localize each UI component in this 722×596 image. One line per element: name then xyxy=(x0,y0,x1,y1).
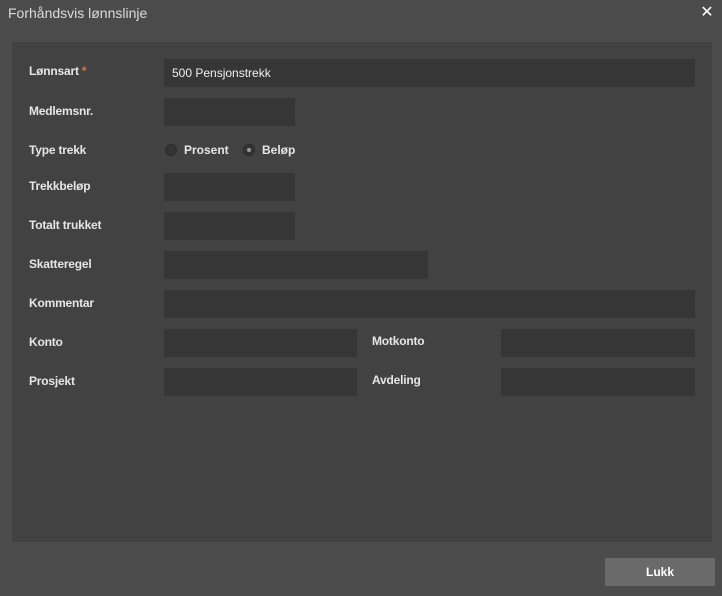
trekkbelop-input[interactable] xyxy=(164,173,295,201)
radio-prosent-label: Prosent xyxy=(184,143,229,157)
radio-prosent[interactable]: Prosent xyxy=(165,143,229,157)
motkonto-label: Motkonto xyxy=(372,334,425,348)
totalt-trukket-label: Totalt trukket xyxy=(29,218,102,232)
prosjekt-label: Prosjekt xyxy=(29,374,75,388)
motkonto-input[interactable] xyxy=(501,329,695,357)
kommentar-label: Kommentar xyxy=(29,296,94,310)
lukk-button[interactable]: Lukk xyxy=(605,558,715,586)
lonnsart-input[interactable] xyxy=(164,59,695,87)
avdeling-input[interactable] xyxy=(501,368,695,396)
prosjekt-input[interactable] xyxy=(164,368,357,396)
lonnsart-label: Lønnsart * xyxy=(29,64,87,78)
radio-belop-circle[interactable] xyxy=(243,144,255,156)
required-mark: * xyxy=(81,64,87,78)
dialog-titlebar: Forhåndsvis lønnslinje ✕ xyxy=(0,0,722,28)
kommentar-input[interactable] xyxy=(164,290,695,318)
skatteregel-label: Skatteregel xyxy=(29,257,92,271)
radio-belop-label: Beløp xyxy=(262,143,296,157)
radio-belop[interactable]: Beløp xyxy=(243,143,295,157)
konto-label: Konto xyxy=(29,335,63,349)
close-icon[interactable]: ✕ xyxy=(700,4,714,22)
konto-input[interactable] xyxy=(164,329,357,357)
lonnsart-label-text: Lønnsart xyxy=(29,64,79,78)
radio-prosent-circle[interactable] xyxy=(165,144,177,156)
dialog-title: Forhåndsvis lønnslinje xyxy=(8,5,148,21)
totalt-trukket-input[interactable] xyxy=(164,212,295,240)
medlemsnr-label: Medlemsnr. xyxy=(29,104,94,118)
avdeling-label: Avdeling xyxy=(372,373,421,387)
skatteregel-input[interactable] xyxy=(164,251,428,279)
trekkbelop-label: Trekkbeløp xyxy=(29,179,91,193)
medlemsnr-input[interactable] xyxy=(164,98,295,126)
type-trekk-label: Type trekk xyxy=(29,143,87,157)
